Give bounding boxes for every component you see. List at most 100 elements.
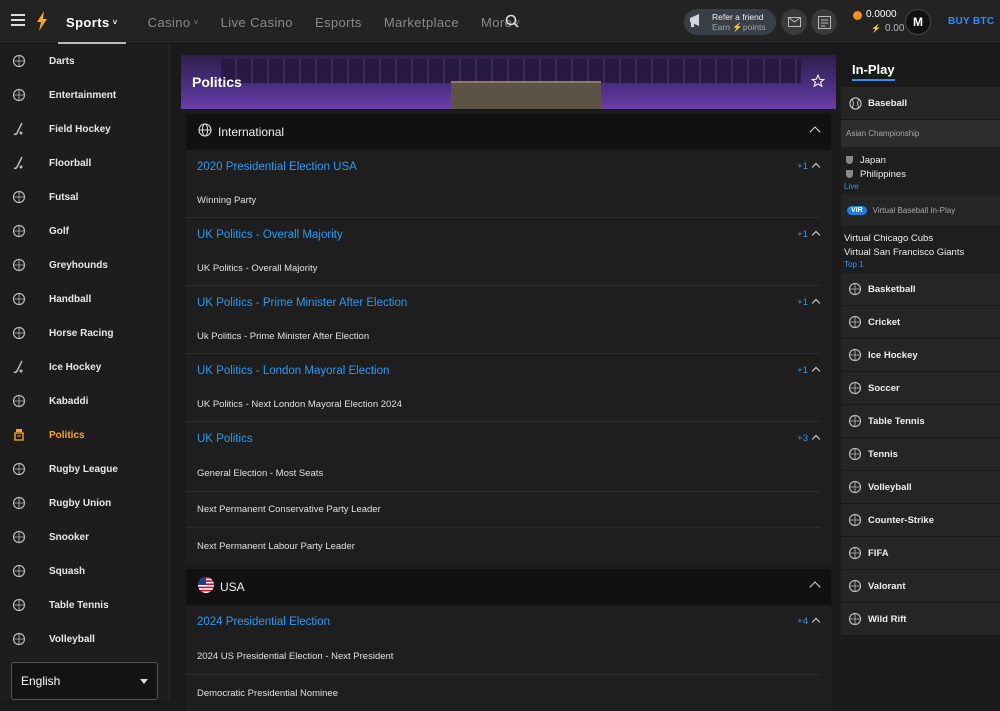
sidebar-item-rugby-union[interactable]: Rugby Union bbox=[0, 486, 169, 520]
region-header[interactable]: USA bbox=[186, 569, 831, 605]
market-row[interactable]: Next Permanent Labour Party Leader bbox=[186, 528, 820, 564]
table-tennis-icon bbox=[11, 597, 27, 613]
search-icon[interactable] bbox=[505, 14, 519, 33]
in-play-sport-ice-hockey[interactable]: Ice Hockey bbox=[841, 339, 1000, 372]
in-play-sport-soccer[interactable]: Soccer bbox=[841, 372, 1000, 405]
market-row[interactable]: General Election - Most Seats bbox=[186, 456, 820, 492]
chevron-up-icon[interactable] bbox=[809, 126, 821, 138]
competition-header[interactable]: UK Politics - London Mayoral Election +1 bbox=[186, 354, 831, 388]
competition-header[interactable]: UK Politics +3 bbox=[186, 422, 831, 456]
nav-live-casino[interactable]: Live Casino bbox=[221, 0, 293, 44]
chevron-up-icon[interactable] bbox=[811, 298, 821, 308]
sidebar-item-label: Futsal bbox=[49, 191, 79, 203]
market-count[interactable]: +1 bbox=[797, 161, 808, 172]
sidebar-item-greyhounds[interactable]: Greyhounds bbox=[0, 248, 169, 282]
market-count[interactable]: +3 bbox=[797, 433, 808, 444]
betslip-button[interactable] bbox=[811, 9, 837, 35]
competition-title[interactable]: UK Politics - Overall Majority bbox=[197, 229, 343, 241]
page-title: Politics bbox=[192, 74, 242, 90]
refer-friend-button[interactable]: Refer a friend Earn ⚡points bbox=[684, 9, 776, 35]
competition-title[interactable]: 2024 Presidential Election bbox=[197, 616, 330, 628]
in-play-sport-volleyball[interactable]: Volleyball bbox=[841, 471, 1000, 504]
competition-title[interactable]: UK Politics - Prime Minister After Elect… bbox=[197, 297, 407, 309]
in-play-sport-baseball[interactable]: Baseball bbox=[841, 87, 1000, 120]
match-row[interactable]: Virtual Chicago Cubs Virtual San Francis… bbox=[841, 225, 1000, 273]
snooker-icon bbox=[11, 529, 27, 545]
nav-esports[interactable]: Esports bbox=[315, 0, 362, 44]
chevron-up-icon[interactable] bbox=[811, 617, 821, 627]
market-count[interactable]: +1 bbox=[797, 229, 808, 240]
chevron-up-icon[interactable] bbox=[811, 434, 821, 444]
sport-label: Table Tennis bbox=[868, 415, 925, 427]
sidebar-item-snooker[interactable]: Snooker bbox=[0, 520, 169, 554]
sidebar-item-politics[interactable]: Politics bbox=[0, 418, 169, 452]
sidebar-item-futsal[interactable]: Futsal bbox=[0, 180, 169, 214]
market-row[interactable]: Democratic Presidential Nominee bbox=[186, 675, 820, 711]
logo-icon[interactable] bbox=[35, 11, 49, 36]
favorite-star-icon[interactable] bbox=[810, 73, 826, 93]
nav-casino[interactable]: Casino ˅ bbox=[148, 0, 199, 44]
market-row[interactable]: Uk Politics - Prime Minister After Elect… bbox=[186, 320, 820, 354]
sidebar-item-table-tennis[interactable]: Table Tennis bbox=[0, 588, 169, 622]
sidebar-item-squash[interactable]: Squash bbox=[0, 554, 169, 588]
virtual-badge: VIR bbox=[847, 205, 867, 215]
sport-label: Baseball bbox=[868, 97, 908, 109]
region-header[interactable]: International bbox=[186, 114, 831, 150]
nav-marketplace[interactable]: Marketplace bbox=[384, 0, 459, 44]
sidebar-item-rugby-league[interactable]: Rugby League bbox=[0, 452, 169, 486]
market-row[interactable]: Winning Party bbox=[186, 184, 820, 218]
sidebar-item-darts[interactable]: Darts bbox=[0, 44, 169, 78]
match-row[interactable]: Japan Philippines Live bbox=[841, 147, 1000, 195]
competition: UK Politics - Prime Minister After Elect… bbox=[186, 286, 831, 354]
chevron-up-icon[interactable] bbox=[809, 581, 821, 593]
market-count[interactable]: +4 bbox=[797, 616, 808, 627]
sidebar-item-kabaddi[interactable]: Kabaddi bbox=[0, 384, 169, 418]
team-name: Japan bbox=[860, 154, 886, 166]
in-play-sport-wild-rift[interactable]: Wild Rift bbox=[841, 603, 1000, 636]
market-row[interactable]: UK Politics - Next London Mayoral Electi… bbox=[186, 388, 820, 422]
market-count[interactable]: +1 bbox=[797, 297, 808, 308]
sidebar-item-field-hockey[interactable]: Field Hockey bbox=[0, 112, 169, 146]
balance[interactable]: 0.0000 ⚡ 0.00 bbox=[853, 8, 904, 36]
counter-strike-icon bbox=[848, 513, 862, 527]
chevron-up-icon[interactable] bbox=[811, 230, 821, 240]
sidebar-item-horse-racing[interactable]: Horse Racing bbox=[0, 316, 169, 350]
nav-sports[interactable]: Sports ˅ bbox=[58, 0, 126, 44]
buy-btc-button[interactable]: BUY BTC bbox=[948, 16, 994, 27]
chevron-down-icon bbox=[140, 679, 148, 684]
chevron-up-icon[interactable] bbox=[811, 366, 821, 376]
mail-button[interactable] bbox=[781, 9, 807, 35]
market-row[interactable]: 2024 US Presidential Election - Next Pre… bbox=[186, 639, 820, 675]
chevron-up-icon[interactable] bbox=[811, 162, 821, 172]
sidebar-item-golf[interactable]: Golf bbox=[0, 214, 169, 248]
sidebar-item-volleyball[interactable]: Volleyball bbox=[0, 622, 169, 656]
in-play-sport-counter-strike[interactable]: Counter-Strike bbox=[841, 504, 1000, 537]
avatar[interactable]: M bbox=[905, 9, 931, 35]
competition-title[interactable]: UK Politics bbox=[197, 433, 253, 445]
mail-icon bbox=[787, 17, 801, 27]
in-play-sport-fifa[interactable]: FIFA bbox=[841, 537, 1000, 570]
language-select[interactable]: English bbox=[11, 662, 158, 700]
in-play-sport-cricket[interactable]: Cricket bbox=[841, 306, 1000, 339]
sidebar-item-handball[interactable]: Handball bbox=[0, 282, 169, 316]
in-play-sport-valorant[interactable]: Valorant bbox=[841, 570, 1000, 603]
competition-title[interactable]: UK Politics - London Mayoral Election bbox=[197, 365, 389, 377]
market-row[interactable]: Next Permanent Conservative Party Leader bbox=[186, 492, 820, 528]
competition-header[interactable]: 2024 Presidential Election +4 bbox=[186, 605, 831, 639]
market-count[interactable]: +1 bbox=[797, 365, 808, 376]
in-play-sport-basketball[interactable]: Basketball bbox=[841, 273, 1000, 306]
competition-header[interactable]: UK Politics - Overall Majority +1 bbox=[186, 218, 831, 252]
sidebar-item-ice-hockey[interactable]: Ice Hockey bbox=[0, 350, 169, 384]
competition-header[interactable]: 2020 Presidential Election USA +1 bbox=[186, 150, 831, 184]
sidebar-item-floorball[interactable]: Floorball bbox=[0, 146, 169, 180]
market-row[interactable]: UK Politics - Overall Majority bbox=[186, 252, 820, 286]
sidebar-item-entertainment[interactable]: Entertainment bbox=[0, 78, 169, 112]
league-header[interactable]: VIR Virtual Baseball In-Play bbox=[841, 195, 1000, 225]
in-play-sport-table-tennis[interactable]: Table Tennis bbox=[841, 405, 1000, 438]
volleyball-icon bbox=[11, 631, 27, 647]
in-play-sport-tennis[interactable]: Tennis bbox=[841, 438, 1000, 471]
competition-title[interactable]: 2020 Presidential Election USA bbox=[197, 161, 357, 173]
menu-icon[interactable] bbox=[11, 14, 25, 26]
league-header[interactable]: Asian Championship bbox=[841, 120, 1000, 147]
competition-header[interactable]: UK Politics - Prime Minister After Elect… bbox=[186, 286, 831, 320]
